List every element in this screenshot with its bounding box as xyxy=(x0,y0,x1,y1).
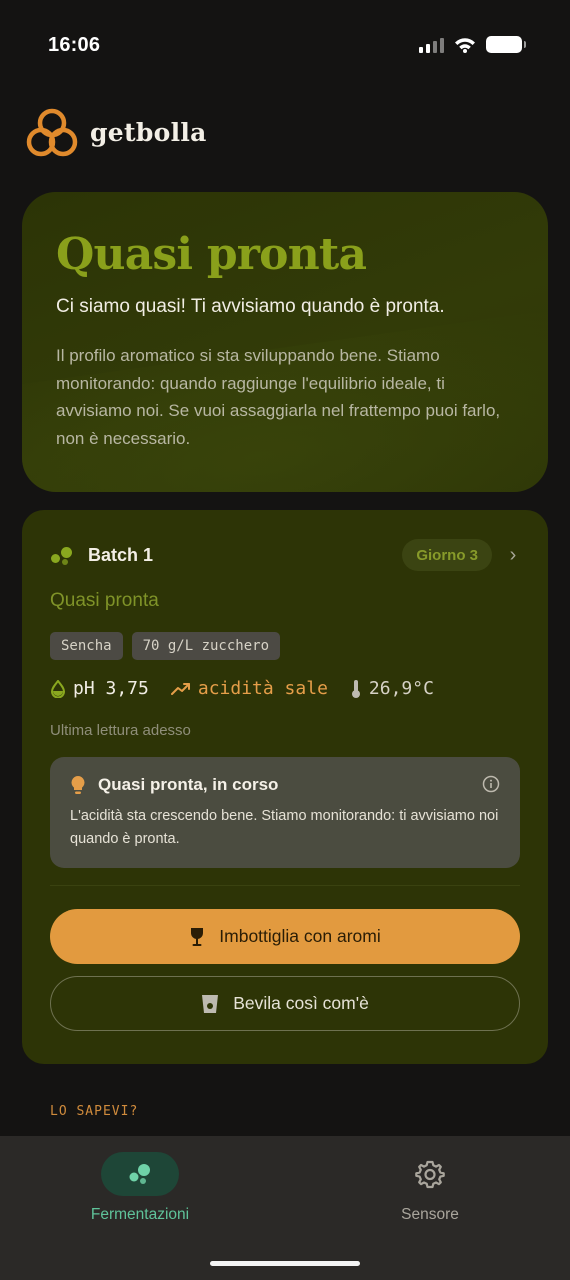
home-indicator xyxy=(210,1261,360,1266)
status-bar: 16:06 xyxy=(0,0,570,92)
hero-subtitle: Ci siamo quasi! Ti avvisiamo quando è pr… xyxy=(56,296,445,317)
temperature-reading: 26,9°C xyxy=(350,678,434,699)
tab-sensore[interactable]: Sensore xyxy=(340,1152,520,1224)
insight-box: Quasi pronta, in corso L'acidità sta cre… xyxy=(50,757,520,868)
day-badge: Giorno 3 xyxy=(402,539,492,571)
bottle-with-flavors-label: Imbottiglia con aromi xyxy=(219,926,381,946)
thermometer-icon xyxy=(351,679,360,698)
acidity-value: acidità sale xyxy=(197,678,328,699)
tab-fermentazioni-label: Fermentazioni xyxy=(90,1206,190,1223)
drink-as-is-button[interactable]: Bevila così com'è xyxy=(50,976,520,1031)
wine-glass-icon xyxy=(191,927,204,946)
divider xyxy=(50,885,520,886)
tab-icon-container xyxy=(391,1152,469,1196)
brand-header: getbolla xyxy=(26,106,207,158)
insight-header: Quasi pronta, in corso xyxy=(70,775,500,795)
temperature-value: 26,9°C xyxy=(368,678,434,699)
brand-name: getbolla xyxy=(90,117,207,147)
batch-card: Batch 1 Giorno 3 › Quasi pronta Sencha 7… xyxy=(22,510,548,1064)
did-you-know-heading: LO SAPEVI? xyxy=(50,1104,139,1119)
hero-body: Il profilo aromatico si sta sviluppando … xyxy=(56,346,501,448)
battery-icon xyxy=(486,36,526,53)
tab-fermentazioni[interactable]: Fermentazioni xyxy=(50,1152,230,1224)
status-hero-card: Quasi pronta Ci siamo quasi! Ti avvisiam… xyxy=(22,192,548,492)
acidity-reading: acidità sale xyxy=(170,678,328,699)
bottle-with-flavors-button[interactable]: Imbottiglia con aromi xyxy=(50,909,520,964)
tab-active-indicator xyxy=(101,1152,179,1196)
tea-chip: Sencha xyxy=(50,632,123,660)
drink-as-is-label: Bevila così com'è xyxy=(233,993,369,1013)
drop-icon xyxy=(50,679,66,698)
insight-body: L'acidità sta crescendo bene. Stiamo mon… xyxy=(70,808,499,847)
batch-tags: Sencha 70 g/L zucchero xyxy=(50,632,281,660)
chevron-right-icon[interactable]: › xyxy=(506,544,520,567)
sensor-readings: pH 3,75 acidità sale 26,9°C xyxy=(50,678,456,699)
wifi-icon xyxy=(455,37,475,53)
batch-header[interactable]: Batch 1 Giorno 3 › xyxy=(50,538,520,572)
insight-title: Quasi pronta, in corso xyxy=(98,775,279,794)
gear-icon xyxy=(415,1160,445,1189)
tab-sensore-label: Sensore xyxy=(401,1206,459,1223)
ph-reading: pH 3,75 xyxy=(50,678,149,699)
trend-up-icon xyxy=(170,682,190,695)
bubbles-icon xyxy=(50,544,74,566)
last-reading-time: Ultima lettura adesso xyxy=(50,722,191,739)
getbolla-logo-icon xyxy=(26,108,78,157)
sugar-chip: 70 g/L zucchero xyxy=(131,632,281,660)
cellular-signal-icon xyxy=(419,37,444,53)
hero-title: Quasi pronta xyxy=(56,229,367,280)
cup-icon xyxy=(202,994,219,1013)
batch-status: Quasi pronta xyxy=(50,590,159,611)
status-icons xyxy=(419,36,526,53)
batch-title: Batch 1 xyxy=(88,544,154,565)
info-icon[interactable] xyxy=(482,775,500,793)
bubbles-icon xyxy=(129,1164,150,1184)
lightbulb-icon xyxy=(71,776,85,794)
status-time: 16:06 xyxy=(48,34,101,56)
bottom-tab-bar: Fermentazioni Sensore xyxy=(0,1136,570,1280)
ph-value: pH 3,75 xyxy=(73,678,149,699)
